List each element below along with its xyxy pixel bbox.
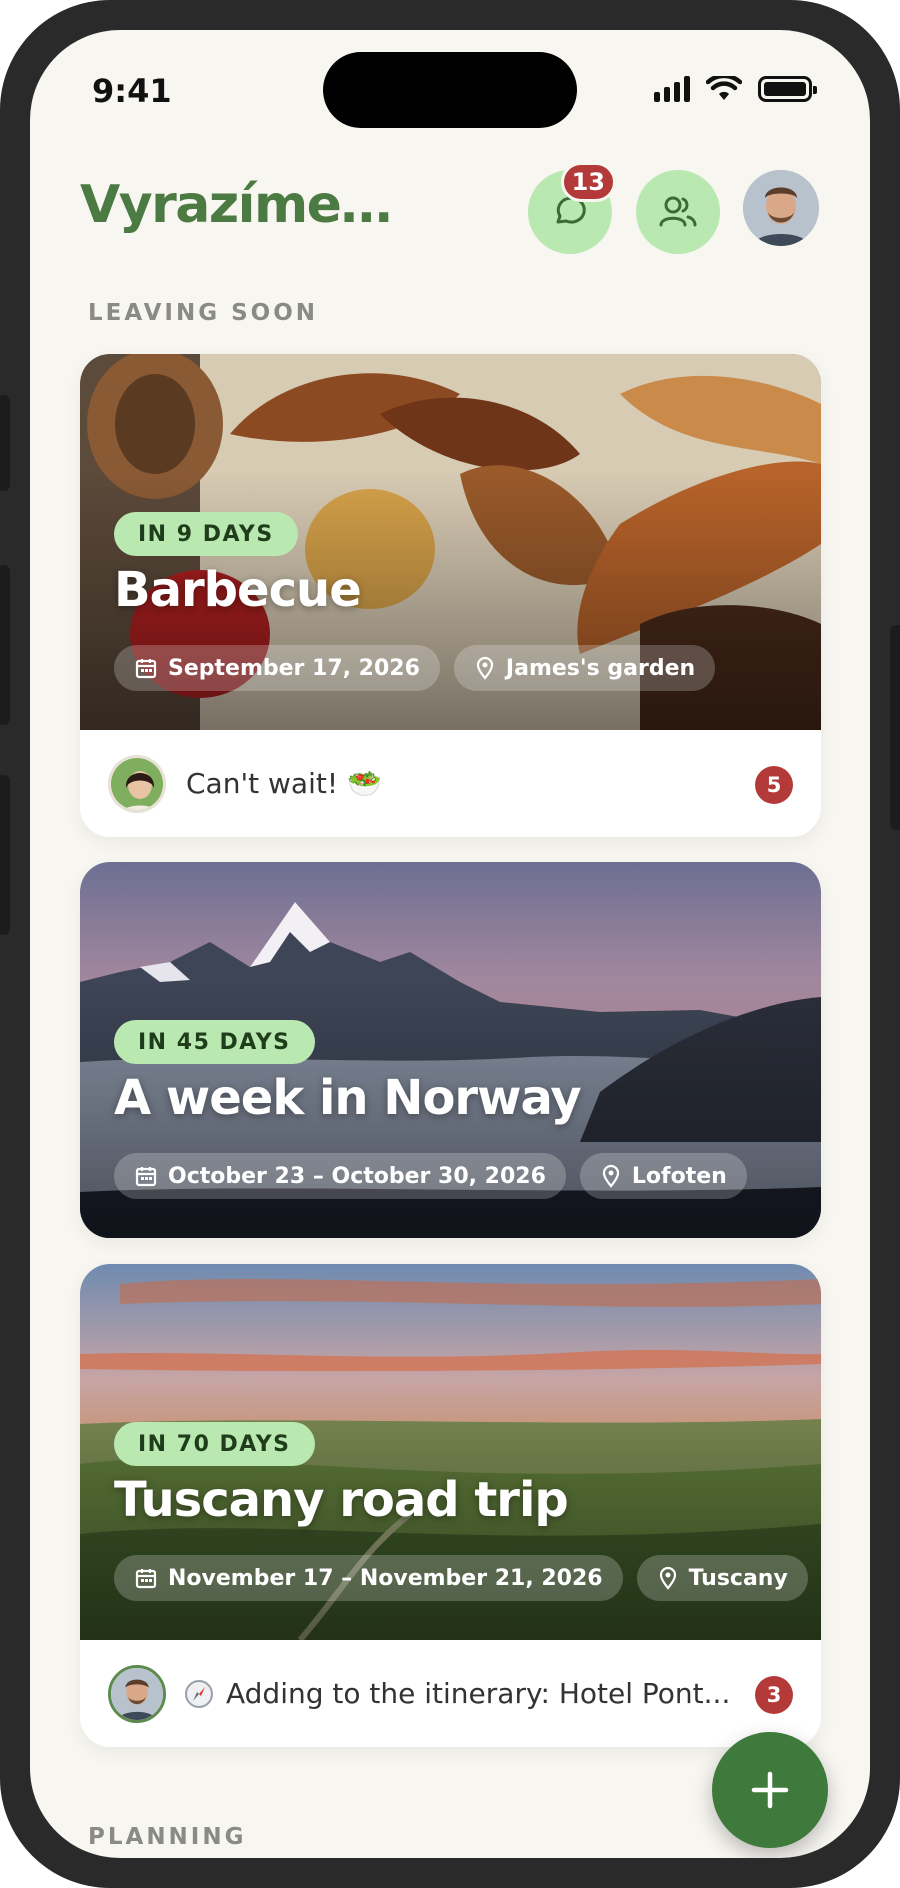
latest-activity-row[interactable]: Adding to the itinerary: Hotel Pont... 3 — [80, 1640, 821, 1747]
dynamic-island — [323, 52, 577, 128]
trip-location: Tuscany — [688, 1565, 788, 1591]
trip-location: James's garden — [505, 655, 696, 681]
unread-count: 5 — [755, 766, 793, 804]
calendar-icon — [135, 1569, 157, 1589]
volume-up-button — [0, 565, 10, 725]
wifi-icon — [706, 76, 742, 100]
app-screen: 9:41 Vyrazíme… 13 LEAVING SOON IN 9 DAYS… — [30, 30, 870, 1858]
trip-title: A week in Norway — [114, 1070, 582, 1126]
calendar-icon — [135, 1167, 157, 1187]
latest-message-row[interactable]: Can't wait! 🥗 5 — [80, 730, 821, 837]
unread-count: 3 — [755, 1676, 793, 1714]
section-planning: PLANNING — [88, 1824, 247, 1850]
app-title: Vyrazíme… — [80, 175, 392, 235]
trip-meta: September 17, 2026 James's garden — [114, 645, 716, 691]
trip-meta: November 17 – November 21, 2026 Tuscany — [114, 1555, 808, 1601]
days-until-badge: IN 70 DAYS — [114, 1422, 315, 1466]
trip-location: Lofoten — [631, 1163, 727, 1189]
location-pin-icon — [659, 1566, 676, 1590]
power-button — [890, 625, 900, 830]
trip-card-barbecue[interactable]: IN 9 DAYS Barbecue September 17, 2026 Ja… — [80, 354, 821, 837]
message-author-avatar — [108, 754, 166, 813]
trip-title: Tuscany road trip — [114, 1472, 569, 1528]
trip-date: September 17, 2026 — [168, 655, 420, 681]
profile-avatar[interactable] — [743, 170, 819, 246]
woman-portrait-icon — [111, 757, 163, 810]
trip-image-norway: IN 45 DAYS A week in Norway October 23 –… — [80, 862, 821, 1238]
status-time: 9:41 — [92, 72, 172, 110]
signal-icon — [654, 76, 690, 102]
trip-card-tuscany[interactable]: IN 70 DAYS Tuscany road trip November 17… — [80, 1264, 821, 1747]
chat-button[interactable]: 13 — [528, 162, 616, 254]
trip-date: November 17 – November 21, 2026 — [168, 1565, 603, 1591]
location-pill: James's garden — [453, 645, 716, 691]
location-pin-icon — [476, 656, 494, 680]
latest-message-text: Can't wait! 🥗 — [186, 767, 382, 800]
date-pill: September 17, 2026 — [114, 645, 440, 691]
man-portrait-icon — [111, 1667, 163, 1720]
location-pill: Tuscany — [636, 1555, 808, 1601]
location-pin-icon — [602, 1164, 620, 1188]
date-pill: November 17 – November 21, 2026 — [114, 1555, 623, 1601]
trip-date: October 23 – October 30, 2026 — [168, 1163, 546, 1189]
trip-meta: October 23 – October 30, 2026 Lofoten — [114, 1153, 747, 1199]
friends-icon — [659, 196, 697, 227]
section-leaving-soon: LEAVING SOON — [88, 300, 319, 326]
calendar-icon — [135, 659, 157, 679]
trip-title: Barbecue — [114, 562, 362, 618]
battery-icon — [758, 76, 817, 102]
compass-icon — [185, 1679, 213, 1708]
mute-switch — [0, 395, 10, 491]
friends-button[interactable] — [636, 170, 720, 254]
date-pill: October 23 – October 30, 2026 — [114, 1153, 566, 1199]
plus-icon — [751, 1771, 789, 1809]
days-until-badge: IN 9 DAYS — [114, 512, 298, 556]
activity-author-avatar — [108, 1664, 166, 1723]
volume-down-button — [0, 775, 10, 935]
days-until-badge: IN 45 DAYS — [114, 1020, 315, 1064]
status-icons — [654, 76, 817, 102]
man-portrait-icon — [743, 170, 819, 246]
latest-activity-text: Adding to the itinerary: Hotel Pont... — [226, 1677, 731, 1710]
add-trip-button[interactable] — [712, 1732, 828, 1848]
trip-image-barbecue: IN 9 DAYS Barbecue September 17, 2026 Ja… — [80, 354, 821, 730]
phone-frame: 9:41 Vyrazíme… 13 LEAVING SOON IN 9 DAYS… — [0, 0, 900, 1888]
trip-image-tuscany: IN 70 DAYS Tuscany road trip November 17… — [80, 1264, 821, 1640]
location-pill: Lofoten — [579, 1153, 747, 1199]
trip-card-norway[interactable]: IN 45 DAYS A week in Norway October 23 –… — [80, 862, 821, 1238]
chat-badge: 13 — [560, 162, 616, 202]
